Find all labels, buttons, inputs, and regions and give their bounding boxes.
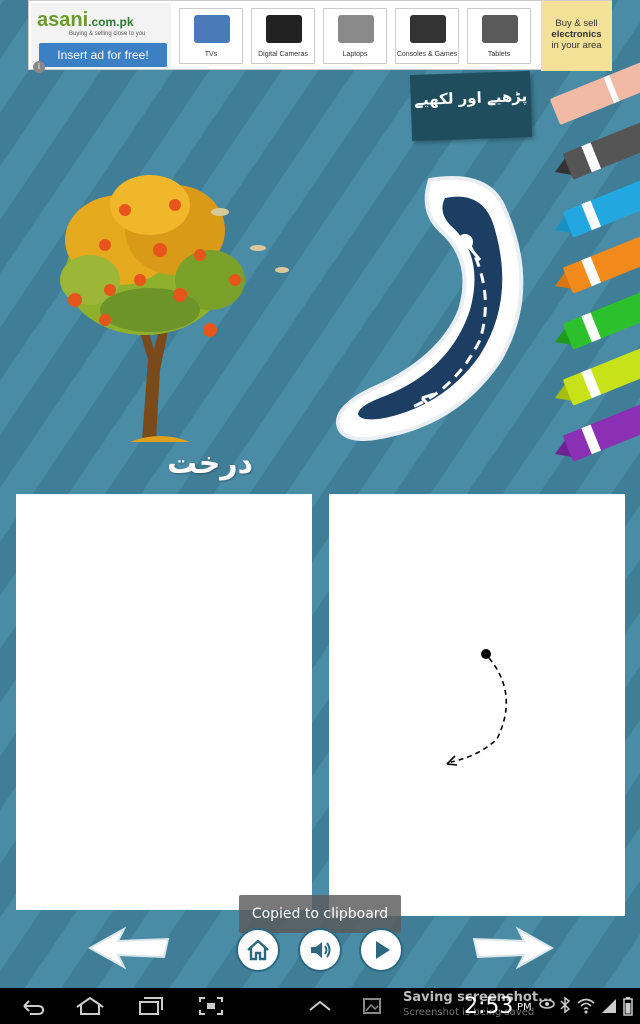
clock-ampm: PM (517, 1002, 532, 1013)
home-button[interactable] (236, 928, 280, 972)
ad-category-label: Tablets (487, 51, 511, 58)
ad-category-label: Digital Cameras (258, 51, 308, 58)
ad-logo[interactable]: asani.com.pk Buying & selling close to y… (31, 3, 171, 73)
ad-tagline: Buying & selling close to you (69, 31, 146, 37)
ad-category-tablets[interactable]: Tablets (467, 8, 531, 64)
eye-icon (539, 999, 555, 1009)
wifi-icon (577, 998, 595, 1014)
ad-banner[interactable]: asani.com.pk Buying & selling close to y… (28, 0, 612, 73)
ad-category-tvs[interactable]: TVs (179, 8, 243, 64)
tv-icon (194, 15, 230, 43)
ad-category-consoles[interactable]: Consoles & Games (395, 8, 459, 64)
system-bar: Saving screenshot... Screenshot is being… (0, 988, 640, 1024)
ad-info-icon[interactable]: i (33, 61, 45, 73)
play-button[interactable] (359, 928, 403, 972)
sound-button[interactable] (298, 928, 342, 972)
writing-canvas-right[interactable] (329, 494, 625, 916)
ad-side-text: in your area (551, 40, 602, 51)
ad-category-label: Laptops (342, 51, 368, 58)
ad-side-panel[interactable]: Buy & sell electronics in your area (541, 1, 612, 71)
recent-apps-icon[interactable] (136, 996, 164, 1016)
home-icon (247, 939, 269, 961)
image-notification-icon (363, 998, 381, 1014)
back-icon[interactable] (18, 996, 46, 1016)
ad-side-text-bold: electronics (551, 29, 602, 40)
clock-time: 2:53 (464, 994, 514, 1019)
ad-category-cameras[interactable]: Digital Cameras (251, 8, 315, 64)
speaker-icon (311, 942, 331, 958)
ad-side-text: Buy & sell (555, 18, 598, 29)
signal-icon (602, 999, 616, 1013)
ad-brand: asani.com.pk (37, 9, 134, 31)
letter-dal-tracing[interactable] (330, 170, 550, 470)
previous-arrow-icon[interactable] (86, 925, 172, 971)
play-icon (376, 941, 390, 959)
tracing-guide-stroke (446, 649, 508, 766)
screenshot-icon[interactable] (198, 996, 224, 1016)
home-nav-icon[interactable] (74, 996, 106, 1016)
tag-label: پڑھیے اور لکھیے (413, 87, 528, 109)
bluetooth-icon (560, 996, 571, 1014)
ad-category-label: Consoles & Games (396, 51, 458, 58)
lesson-word: درخت (166, 446, 254, 481)
laptop-icon (338, 15, 374, 43)
camera-icon (266, 15, 302, 43)
tree-illustration (60, 175, 289, 442)
console-icon (410, 15, 446, 43)
ad-category-label: TVs (204, 51, 218, 58)
tablet-icon (482, 15, 518, 43)
insert-ad-button[interactable]: Insert ad for free! (39, 43, 167, 67)
read-and-write-tag: پڑھیے اور لکھیے (409, 70, 533, 142)
next-arrow-icon[interactable] (470, 925, 556, 971)
battery-icon (623, 997, 633, 1016)
ad-category-laptops[interactable]: Laptops (323, 8, 387, 64)
writing-canvas-left[interactable] (16, 494, 312, 910)
chevron-up-icon[interactable] (306, 996, 334, 1016)
